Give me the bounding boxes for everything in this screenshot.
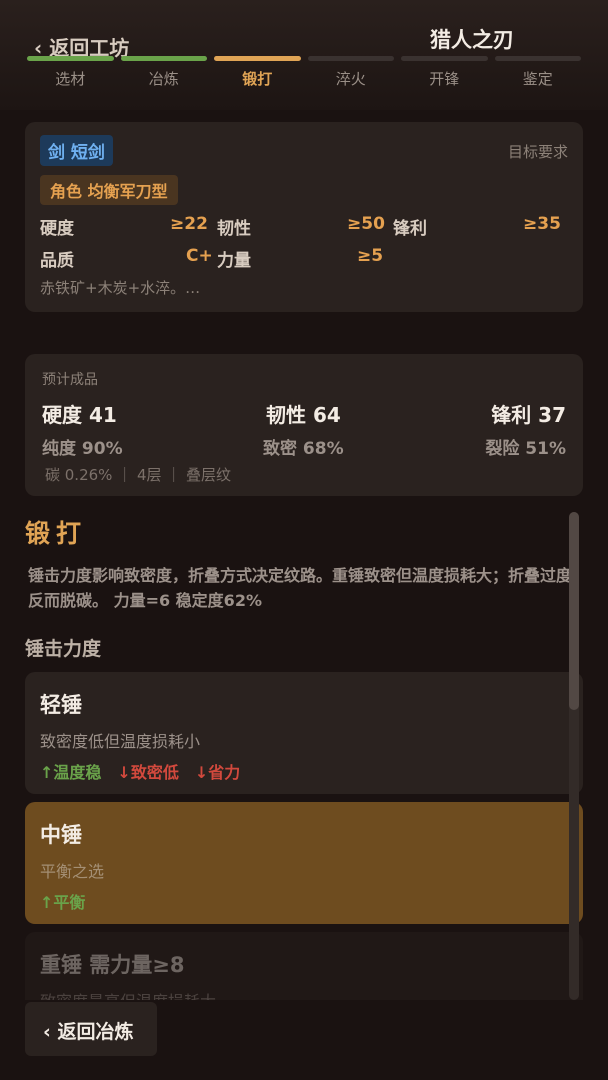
quality-label: 品质 xyxy=(40,251,74,271)
pred-density: 致密 68% xyxy=(263,439,344,459)
step-label: 冶炼 xyxy=(148,70,179,88)
pred-hardness: 硬度 41 xyxy=(42,403,117,427)
top-bar: ‹ 返回工坊 猎人之刃 选材 冶炼 锻打 淬火 开锋 鉴定 xyxy=(0,0,608,110)
option-effects: ↑温度稳 ↓致密低 ↓省力 xyxy=(40,759,240,783)
toughness-label: 韧性 xyxy=(217,219,251,239)
recipe-note: 赤铁矿+木炭+水淬。… xyxy=(40,279,201,297)
section-title: 锻打 xyxy=(25,519,88,548)
back-to-smelt-button[interactable]: ‹ 返回冶炼 xyxy=(25,1002,157,1056)
pred-crack-risk: 裂险 51% xyxy=(485,439,566,459)
sharpness-label: 锋利 xyxy=(393,219,427,239)
section-description: 锤击力度影响致密度，折叠方式决定纹路。重锤致密但温度损耗大；折叠过度反而脱碳。 … xyxy=(28,566,573,610)
sharpness-value: ≥35 xyxy=(523,214,561,234)
page-title: 猎人之刃 xyxy=(430,28,514,52)
effect-temp-stable: ↑温度稳 xyxy=(40,763,102,782)
option-light-hammer[interactable]: 轻锤 致密度低但温度损耗小 ↑温度稳 ↓致密低 ↓省力 xyxy=(25,672,583,794)
quality-value: C+ xyxy=(186,246,213,266)
hammer-force-title: 锤击力度 xyxy=(25,638,102,660)
effect-density-low: ↓致密低 xyxy=(117,763,179,782)
step-label: 锻打 xyxy=(242,70,273,88)
step-label: 淬火 xyxy=(335,70,366,88)
requirement-card: 剑 短剑 目标要求 角色 均衡军刀型 硬度 ≥22 韧性 ≥50 锋利 ≥35 … xyxy=(25,122,583,312)
strength-label: 力量 xyxy=(217,251,251,271)
step-progress: 选材 冶炼 锻打 淬火 开锋 鉴定 xyxy=(27,56,581,89)
option-name: 重锤 需力量≥8 xyxy=(40,953,185,977)
option-name: 轻锤 xyxy=(40,693,82,717)
toughness-value: ≥50 xyxy=(347,214,385,234)
step-bar xyxy=(214,56,301,61)
step-label: 选材 xyxy=(55,70,86,88)
step-sharpen[interactable]: 开锋 xyxy=(401,56,488,89)
option-desc: 致密度低但温度损耗小 xyxy=(40,732,201,751)
step-bar xyxy=(401,56,488,61)
hardness-label: 硬度 xyxy=(40,219,74,239)
pred-toughness: 韧性 64 xyxy=(266,403,341,427)
pred-sharpness: 锋利 37 xyxy=(491,403,566,427)
option-name: 中锤 xyxy=(40,823,82,847)
target-requirement-label: 目标要求 xyxy=(507,143,568,161)
hardness-value: ≥22 xyxy=(170,214,208,234)
scrollbar-thumb[interactable] xyxy=(569,512,579,710)
step-quench[interactable]: 淬火 xyxy=(307,56,394,89)
prediction-label: 预计成品 xyxy=(42,372,98,388)
step-appraise[interactable]: 鉴定 xyxy=(494,56,581,89)
option-medium-hammer[interactable]: 中锤 平衡之选 ↑平衡 xyxy=(25,802,583,924)
step-label: 鉴定 xyxy=(522,70,553,88)
prediction-card: 预计成品 硬度 41 韧性 64 锋利 37 纯度 90% 致密 68% 裂险 … xyxy=(25,354,583,496)
step-bar xyxy=(494,56,581,61)
effect-balanced: ↑平衡 xyxy=(40,893,86,912)
step-label: 开锋 xyxy=(429,70,460,88)
role-tag: 角色 均衡军刀型 xyxy=(40,175,178,205)
strength-value: ≥5 xyxy=(357,246,384,266)
step-smelt[interactable]: 冶炼 xyxy=(120,56,207,89)
pred-details: 碳 0.26% ｜ 4层 ｜ 叠层纹 xyxy=(45,466,232,484)
option-desc: 平衡之选 xyxy=(40,862,105,881)
weapon-type-tag: 剑 短剑 xyxy=(40,135,113,166)
step-bar xyxy=(307,56,394,61)
step-bar xyxy=(120,56,207,61)
effect-save-strength: ↓省力 xyxy=(194,763,241,782)
step-bar xyxy=(27,56,114,61)
step-forge[interactable]: 锻打 xyxy=(214,56,301,89)
step-select-material[interactable]: 选材 xyxy=(27,56,114,89)
scrollbar[interactable] xyxy=(569,512,579,1000)
pred-purity: 纯度 90% xyxy=(42,439,123,459)
option-effects: ↑平衡 xyxy=(40,889,85,913)
